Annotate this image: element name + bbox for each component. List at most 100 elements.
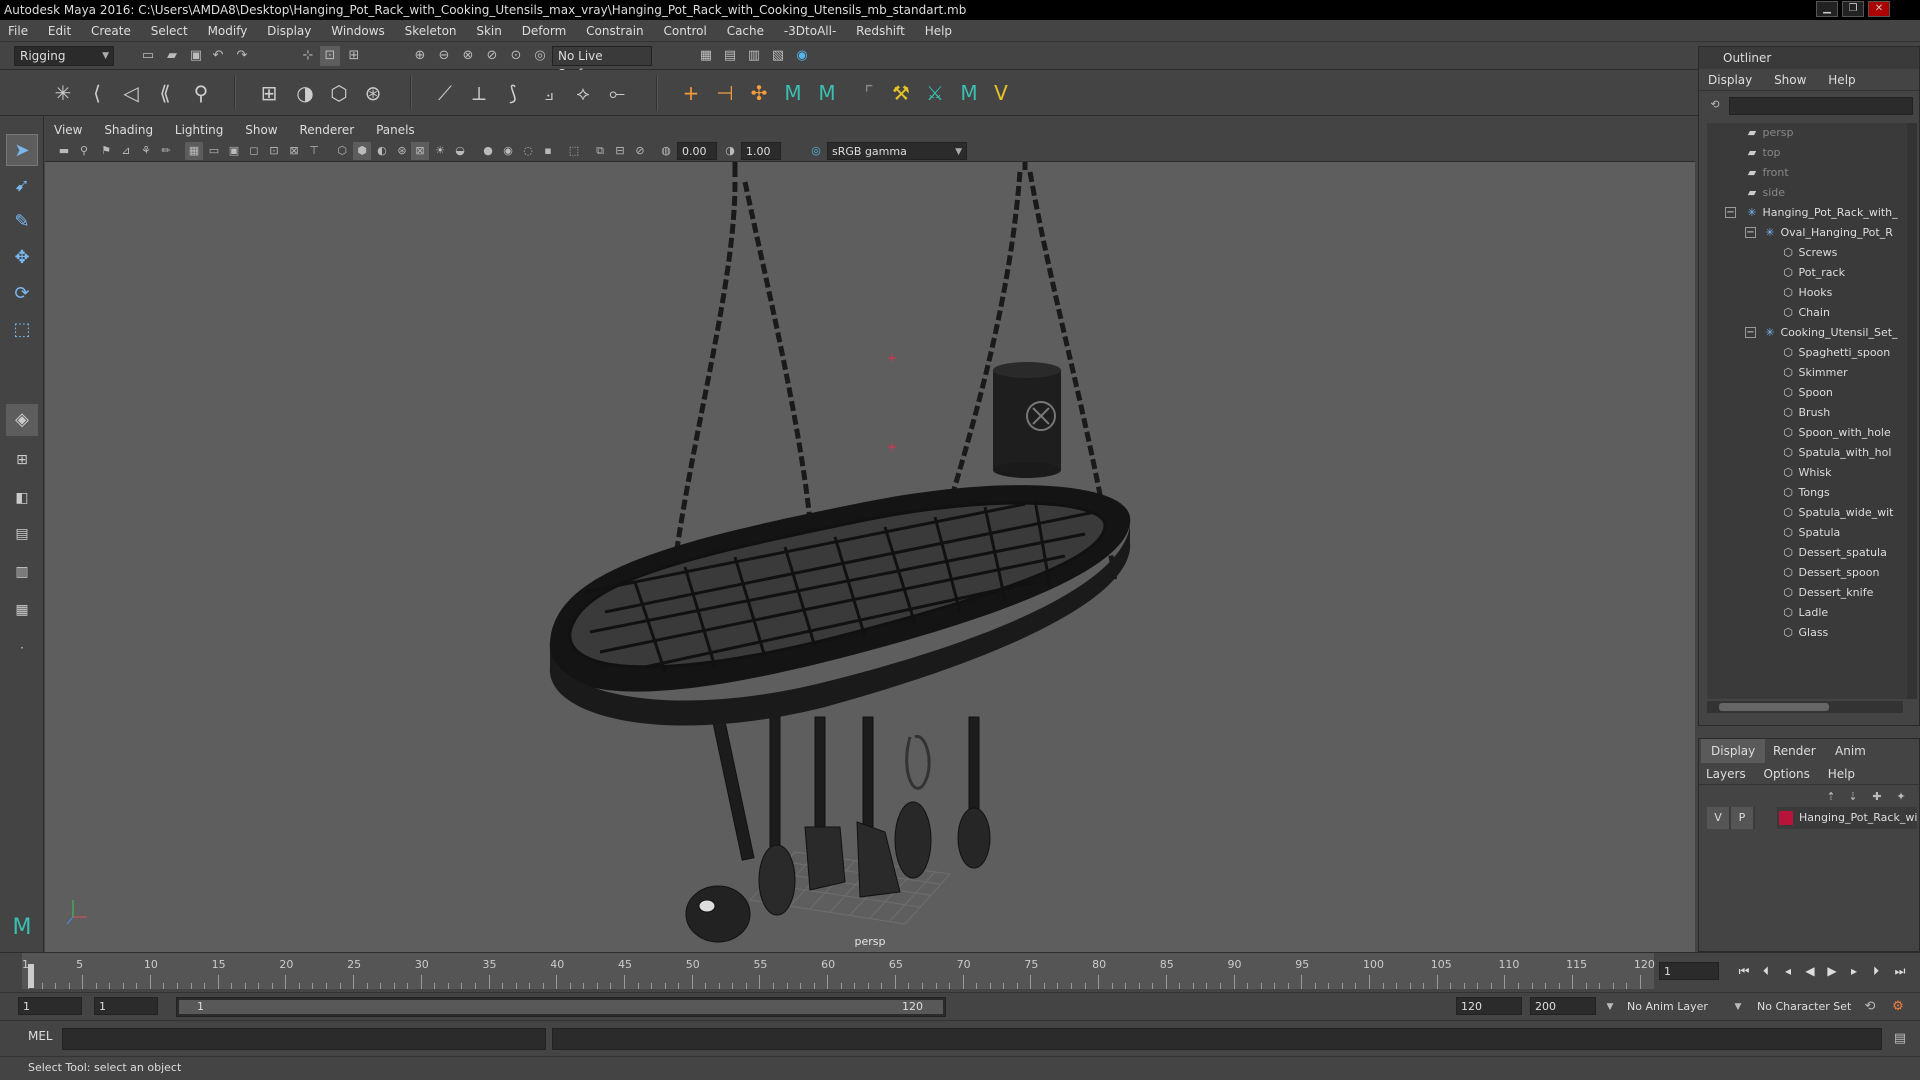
open-scene-icon[interactable]: ▰ xyxy=(162,46,182,66)
safe-action-icon[interactable]: ⊠ xyxy=(285,142,303,160)
move-layer-down-icon[interactable]: ⇣ xyxy=(1843,787,1863,807)
outliner-item[interactable]: ▰ top xyxy=(1707,143,1903,163)
current-frame-field[interactable]: 1 xyxy=(1659,962,1719,980)
outliner-item[interactable]: ▰ side xyxy=(1707,183,1903,203)
side-by-side-icon[interactable]: ◧ xyxy=(6,482,38,514)
joint-tool-icon[interactable]: ✳ xyxy=(48,78,78,108)
snap-vertex-icon[interactable]: ◎ xyxy=(530,46,550,66)
move-tool-icon[interactable]: ✥ xyxy=(6,242,38,274)
cluster-icon[interactable]: ◑ xyxy=(290,78,320,108)
redo-icon[interactable]: ↷ xyxy=(232,46,252,66)
film-gate-icon[interactable]: ▭ xyxy=(205,142,223,160)
aim-constraint-icon[interactable]: M xyxy=(778,78,808,108)
outliner-menu-help[interactable]: Help xyxy=(1819,69,1864,91)
paint-weights-icon[interactable]: ⟆ xyxy=(498,78,528,108)
exposure-icon[interactable]: ◍ xyxy=(657,142,675,160)
gamma-field[interactable]: 1.00 xyxy=(741,142,781,160)
insert-joint-icon[interactable]: ⟨ xyxy=(82,78,112,108)
character-set-dropdown[interactable]: No Character Set xyxy=(1752,997,1860,1015)
lasso-tool-icon[interactable]: ➹ xyxy=(6,170,38,202)
bind-skin-icon[interactable]: ⟋ xyxy=(430,78,460,108)
step-back-frame-icon[interactable]: ◂ xyxy=(1779,962,1797,980)
go-to-end-icon[interactable]: ⏭ xyxy=(1891,962,1909,980)
command-mode-label[interactable]: MEL xyxy=(28,1029,53,1043)
outliner-item[interactable]: ⬡ Spoon xyxy=(1707,383,1903,403)
step-forward-key-icon[interactable]: ⏵ xyxy=(1867,962,1885,980)
move-layer-up-icon[interactable]: ⇡ xyxy=(1821,787,1841,807)
smooth-bind-icon[interactable]: ⟂ xyxy=(464,78,494,108)
step-forward-frame-icon[interactable]: ▸ xyxy=(1845,962,1863,980)
snap-point-icon[interactable]: ⊗ xyxy=(458,46,478,66)
outliner-item[interactable]: ⬡ Screws xyxy=(1707,243,1903,263)
xray-icon[interactable]: ⧉ xyxy=(591,142,609,160)
menu-3dtoall[interactable]: -3DtoAll- xyxy=(776,20,844,42)
point-constraint-icon[interactable]: ✣ xyxy=(744,78,774,108)
hypershade-icon[interactable]: ◉ xyxy=(792,46,812,66)
ipr-render-icon[interactable]: ▥ xyxy=(744,46,764,66)
hik-icon[interactable]: ⚒ xyxy=(886,78,916,108)
parent-constraint-icon[interactable]: ⊣ xyxy=(710,78,740,108)
range-slider[interactable]: 1 120 xyxy=(176,997,946,1017)
outliner-item[interactable]: − ✳ Hanging_Pot_Rack_with_ xyxy=(1707,203,1903,223)
scale-tool-icon[interactable]: ⬚ xyxy=(6,314,38,346)
safe-title-icon[interactable]: ⊤ xyxy=(305,142,323,160)
smooth-shade-icon[interactable]: ⬢ xyxy=(353,142,371,160)
live-surface-field[interactable]: No Live Surface xyxy=(552,46,652,81)
motion-blur-icon[interactable]: ◉ xyxy=(499,142,517,160)
gate-mask-icon[interactable]: ◻ xyxy=(245,142,263,160)
graph-persp-icon[interactable]: ▥ xyxy=(6,556,38,588)
bookmark-icon[interactable]: ⚑ xyxy=(97,142,115,160)
exposure-field[interactable]: 0.00 xyxy=(677,142,717,160)
outliner-item[interactable]: ⬡ Whisk xyxy=(1707,463,1903,483)
influence-icon[interactable]: ⟡ xyxy=(568,78,598,108)
menu-skeleton[interactable]: Skeleton xyxy=(397,20,465,42)
ik-handle-icon[interactable]: ⟪ xyxy=(150,78,180,108)
grid-toggle-icon[interactable]: ▦ xyxy=(185,142,203,160)
play-forward-icon[interactable]: ▶ xyxy=(1823,962,1841,980)
menu-constrain[interactable]: Constrain xyxy=(578,20,652,42)
rotate-tool-icon[interactable]: ⟳ xyxy=(6,278,38,310)
preferences-icon[interactable]: ⚙ xyxy=(1888,997,1908,1017)
xray-components-icon[interactable]: ⊘ xyxy=(631,142,649,160)
menu-cache[interactable]: Cache xyxy=(719,20,772,42)
playback-start-field[interactable]: 1 xyxy=(94,997,158,1015)
four-view-icon[interactable]: ⊞ xyxy=(6,444,38,476)
gamma-icon[interactable]: ◑ xyxy=(721,142,739,160)
layer-menu-help[interactable]: Help xyxy=(1821,763,1862,785)
playback-end-field[interactable]: 120 xyxy=(1456,997,1522,1015)
2d-pan-zoom-icon[interactable]: ⚘ xyxy=(137,142,155,160)
ik-spline-icon[interactable]: ⚲ xyxy=(186,78,216,108)
outliner-item[interactable]: ▰ front xyxy=(1707,163,1903,183)
anim-layer-dropdown[interactable]: No Anim Layer xyxy=(1622,997,1740,1015)
wireframe-icon[interactable]: ⬡ xyxy=(333,142,351,160)
mirror-joint-icon[interactable]: ◁ xyxy=(116,78,146,108)
menu-redshift[interactable]: Redshift xyxy=(848,20,913,42)
menu-deform[interactable]: Deform xyxy=(514,20,575,42)
outliner-filter-input[interactable] xyxy=(1729,97,1913,115)
menu-help[interactable]: Help xyxy=(917,20,960,42)
panel-menu-shading[interactable]: Shading xyxy=(95,120,162,140)
menuset-dropdown[interactable]: Rigging ▼ xyxy=(14,46,114,66)
default-material-icon[interactable]: ◐ xyxy=(373,142,391,160)
outliner-item[interactable]: ⬡ Spatula xyxy=(1707,523,1903,543)
layer-type-toggle[interactable] xyxy=(1755,807,1777,829)
tab-render[interactable]: Render xyxy=(1763,739,1826,763)
undo-icon[interactable]: ↶ xyxy=(208,46,228,66)
new-layer-icon[interactable]: ✚ xyxy=(1867,787,1887,807)
end-time-field[interactable]: 200 xyxy=(1530,997,1596,1015)
image-plane-icon[interactable]: ⊿ xyxy=(117,142,135,160)
outliner-item[interactable]: ⬡ Skimmer xyxy=(1707,363,1903,383)
auto-key-icon[interactable]: ⟲ xyxy=(1860,997,1880,1017)
render-frame-icon[interactable]: ▤ xyxy=(720,46,740,66)
tab-anim[interactable]: Anim xyxy=(1825,739,1876,763)
filter-icon[interactable]: ⟲ xyxy=(1705,95,1725,115)
collapse-icon[interactable]: − xyxy=(1725,207,1736,218)
lattice-icon[interactable]: ⊞ xyxy=(254,78,284,108)
outliner-item[interactable]: ⬡ Dessert_spoon xyxy=(1707,563,1903,583)
outliner-horizontal-scrollbar[interactable] xyxy=(1707,701,1903,713)
outliner-item[interactable]: ⬡ Dessert_knife xyxy=(1707,583,1903,603)
menu-select[interactable]: Select xyxy=(143,20,196,42)
new-scene-icon[interactable]: ▭ xyxy=(138,46,158,66)
orient-constraint-icon[interactable]: M xyxy=(812,78,842,108)
playhead[interactable] xyxy=(28,964,34,988)
